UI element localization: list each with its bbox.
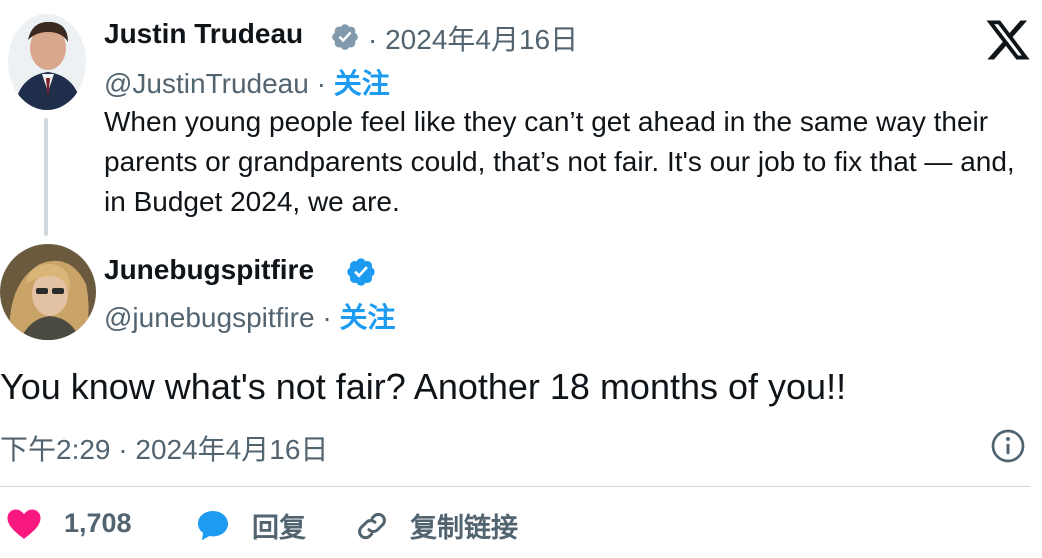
reply-author-name[interactable]: Junebugspitfire bbox=[104, 254, 314, 286]
reply-handle-text[interactable]: @junebugspitfire bbox=[104, 302, 315, 333]
info-icon[interactable] bbox=[990, 428, 1026, 464]
gray-verified-badge-icon bbox=[332, 24, 358, 50]
copy-link-label: 复制链接 bbox=[410, 513, 518, 543]
heart-icon bbox=[7, 509, 41, 539]
handle-separator: · bbox=[316, 68, 334, 99]
reply-button[interactable]: 回复 bbox=[194, 506, 306, 545]
reply-author-handle: @junebugspitfire · 关注 bbox=[104, 296, 395, 336]
parent-tweet-date[interactable]: · 2024年4月16日 bbox=[368, 18, 578, 58]
link-icon bbox=[358, 512, 386, 539]
like-count: 1,708 bbox=[64, 507, 132, 538]
divider bbox=[0, 486, 1030, 487]
reply-tweet-text: You know what's not fair? Another 18 mon… bbox=[0, 366, 847, 407]
parent-tweet-text: When young people feel like they can’t g… bbox=[104, 106, 1015, 217]
action-bar: 1,708 回复 复制链接 bbox=[0, 506, 1042, 550]
parent-handle-text[interactable]: @JustinTrudeau bbox=[104, 68, 309, 99]
reply-label: 回复 bbox=[252, 513, 306, 543]
speech-bubble-icon bbox=[198, 510, 228, 540]
reply-author-avatar[interactable] bbox=[0, 244, 96, 340]
like-button[interactable]: 1,708 bbox=[6, 506, 132, 540]
parent-follow-link[interactable]: 关注 bbox=[334, 68, 390, 99]
parent-author-avatar[interactable] bbox=[8, 14, 86, 110]
thread-connector-line bbox=[44, 118, 48, 236]
reply-follow-link[interactable]: 关注 bbox=[339, 302, 395, 333]
handle-separator: · bbox=[322, 302, 340, 333]
parent-author-name[interactable]: Justin Trudeau bbox=[104, 18, 303, 50]
copy-link-button[interactable]: 复制链接 bbox=[354, 506, 518, 545]
blue-verified-badge-icon bbox=[347, 258, 375, 286]
x-logo-icon[interactable] bbox=[984, 16, 1032, 64]
reply-timestamp[interactable]: 下午2:29 · 2024年4月16日 bbox=[0, 428, 328, 468]
parent-author-handle: @JustinTrudeau · 关注 bbox=[104, 62, 390, 102]
